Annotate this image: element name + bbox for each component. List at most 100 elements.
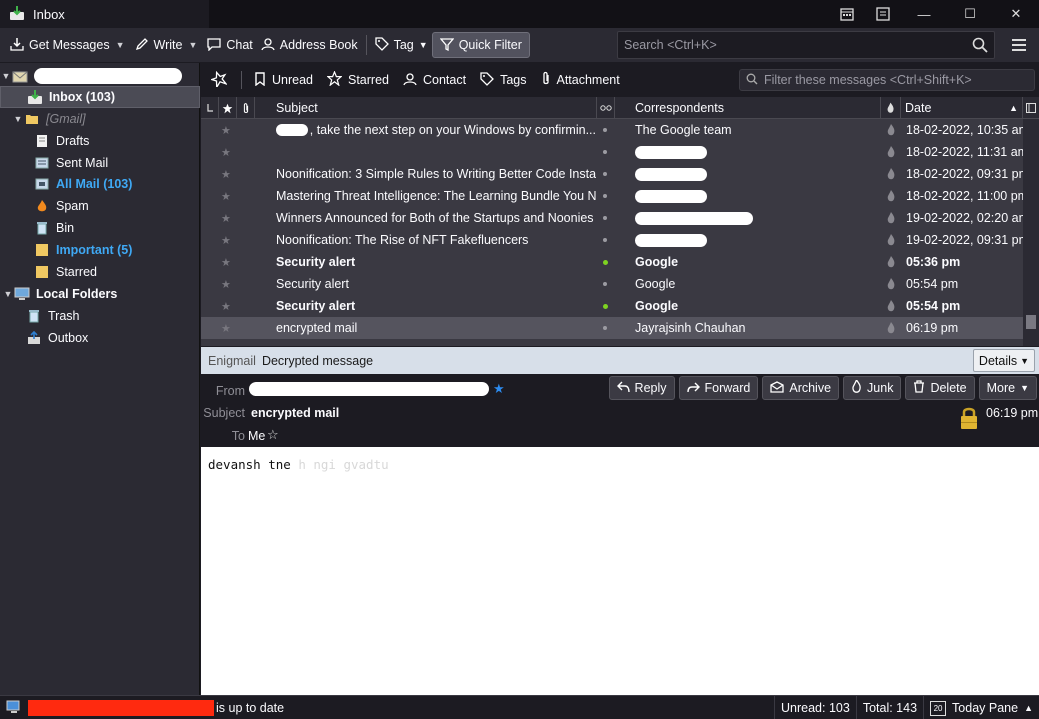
read-dot-icon[interactable] [603, 326, 607, 330]
junk-status-icon[interactable] [886, 119, 898, 141]
read-dot-icon[interactable] [603, 128, 607, 132]
subject-column-header[interactable]: Subject [255, 97, 597, 119]
message-row[interactable]: ★ encrypted mail Jayrajsinh Chauhan 06:19 p… [201, 317, 1023, 339]
star-icon[interactable]: ★ [221, 273, 235, 295]
read-status-column-icon[interactable] [597, 97, 615, 119]
address-book-button[interactable]: Address Book [257, 32, 362, 58]
delete-button[interactable]: Delete [905, 376, 975, 400]
scrollbar-thumb[interactable] [1026, 315, 1036, 329]
message-row[interactable]: ★ Security alert Google 05:54 pm [201, 295, 1023, 317]
star-column-icon[interactable] [219, 97, 237, 119]
read-dot-icon[interactable] [603, 150, 607, 154]
junk-status-icon[interactable] [886, 295, 898, 317]
archive-button[interactable]: Archive [762, 376, 840, 400]
more-button[interactable]: More ▼ [978, 376, 1037, 400]
star-outline-icon[interactable]: ☆ [267, 427, 279, 443]
junk-status-icon[interactable] [886, 273, 898, 295]
folder-local-folders[interactable]: ▼ Local Folders [0, 283, 200, 305]
junk-status-icon[interactable] [886, 317, 898, 339]
star-icon[interactable]: ★ [221, 119, 235, 141]
folder-sent[interactable]: Sent Mail [0, 152, 200, 174]
folder-inbox[interactable]: Inbox (103) [0, 86, 200, 108]
read-dot-icon[interactable] [603, 238, 607, 242]
star-icon[interactable]: ★ [493, 381, 505, 397]
star-icon[interactable]: ★ [221, 163, 235, 185]
star-icon[interactable]: ★ [221, 185, 235, 207]
star-icon[interactable]: ★ [221, 295, 235, 317]
tag-button[interactable]: Tag ▼ [371, 32, 432, 58]
junk-status-icon[interactable] [886, 185, 898, 207]
folder-all-mail[interactable]: All Mail (103) [0, 173, 200, 195]
folder-outbox[interactable]: Outbox [0, 327, 200, 349]
tasks-icon[interactable] [865, 0, 901, 28]
online-status-icon[interactable] [6, 700, 22, 718]
junk-status-icon[interactable] [886, 163, 898, 185]
get-messages-button[interactable]: Get Messages [6, 32, 114, 58]
message-row[interactable]: ★ Winners Announced for Both of the Start… [201, 207, 1023, 229]
folder-important[interactable]: Important (5) [0, 239, 200, 261]
chevron-down-icon[interactable]: ▼ [114, 40, 131, 50]
chevron-down-icon[interactable]: ▼ [186, 40, 203, 50]
unread-dot-icon[interactable] [603, 259, 608, 265]
column-picker-icon[interactable] [1023, 97, 1039, 119]
folder-gmail[interactable]: ▼ [Gmail] [0, 108, 200, 130]
message-row[interactable]: ★ Mastering Threat Intelligence: The Lear… [201, 185, 1023, 207]
message-row[interactable]: ★ Noonification: The Rise of NFT Fakeflue… [201, 229, 1023, 251]
date-column-header[interactable]: Date ▲ [901, 97, 1023, 119]
message-row[interactable]: ★ Security alert Google 05:54 pm [201, 273, 1023, 295]
folder-trash[interactable]: Trash [0, 305, 200, 327]
account-row[interactable]: ▼ [0, 65, 200, 87]
thread-list-scrollbar[interactable] [1023, 119, 1039, 346]
search-icon[interactable] [972, 37, 988, 56]
inbox-tab[interactable]: Inbox [0, 0, 209, 28]
qf-tags-button[interactable]: Tags [480, 71, 527, 89]
expand-icon[interactable]: ▼ [12, 114, 24, 124]
junk-status-icon[interactable] [886, 207, 898, 229]
today-pane-button[interactable]: 20 Today Pane ▲ [923, 696, 1039, 719]
lock-icon[interactable] [959, 406, 979, 433]
read-dot-icon[interactable] [603, 282, 607, 286]
message-row[interactable]: ★ Security alert Google 05:36 pm [201, 251, 1023, 273]
star-icon[interactable]: ★ [221, 317, 235, 339]
filter-messages-input[interactable]: Filter these messages <Ctrl+Shift+K> [739, 69, 1035, 91]
junk-status-icon[interactable] [886, 251, 898, 273]
details-button[interactable]: Details ▼ [973, 349, 1035, 372]
calendar-icon[interactable] [829, 0, 865, 28]
minimize-icon[interactable]: — [901, 0, 947, 28]
qf-contact-button[interactable]: Contact [403, 72, 466, 89]
junk-column-icon[interactable] [881, 97, 901, 119]
unread-dot-icon[interactable] [603, 303, 608, 309]
junk-status-icon[interactable] [886, 229, 898, 251]
folder-spam[interactable]: Spam [0, 195, 200, 217]
read-dot-icon[interactable] [603, 194, 607, 198]
write-button[interactable]: Write [131, 32, 187, 58]
forward-button[interactable]: Forward [678, 376, 759, 400]
attachment-column-icon[interactable] [237, 97, 255, 119]
search-input[interactable]: Search <Ctrl+K> [617, 31, 995, 59]
message-row[interactable]: ★ , take the next step on your Windows by… [201, 119, 1023, 141]
message-row[interactable]: ★ 18-02-2022, 11:31 am [201, 141, 1023, 163]
chat-button[interactable]: Chat [203, 32, 256, 58]
message-row[interactable]: ★ Noonification: 3 Simple Rules to Writin… [201, 163, 1023, 185]
folder-starred[interactable]: Starred [0, 261, 200, 283]
star-icon[interactable]: ★ [221, 207, 235, 229]
junk-status-icon[interactable] [886, 141, 898, 163]
junk-button[interactable]: Junk [843, 376, 902, 400]
menu-icon[interactable] [1008, 34, 1030, 56]
pin-icon[interactable] [209, 70, 228, 90]
correspondents-column-header[interactable]: Correspondents [615, 97, 881, 119]
expand-icon[interactable]: ▼ [0, 71, 12, 81]
recipient[interactable]: Me [248, 429, 265, 443]
star-icon[interactable]: ★ [221, 251, 235, 273]
maximize-icon[interactable]: ☐ [947, 0, 993, 28]
thread-column-icon[interactable] [201, 97, 219, 119]
read-dot-icon[interactable] [603, 216, 607, 220]
qf-attachment-button[interactable]: Attachment [541, 71, 620, 89]
qf-starred-button[interactable]: Starred [326, 70, 389, 89]
read-dot-icon[interactable] [603, 172, 607, 176]
star-icon[interactable]: ★ [221, 141, 235, 163]
folder-drafts[interactable]: Drafts [0, 130, 200, 152]
qf-unread-button[interactable]: Unread [254, 71, 313, 89]
expand-icon[interactable]: ▼ [2, 289, 14, 299]
reply-button[interactable]: Reply [608, 376, 675, 400]
